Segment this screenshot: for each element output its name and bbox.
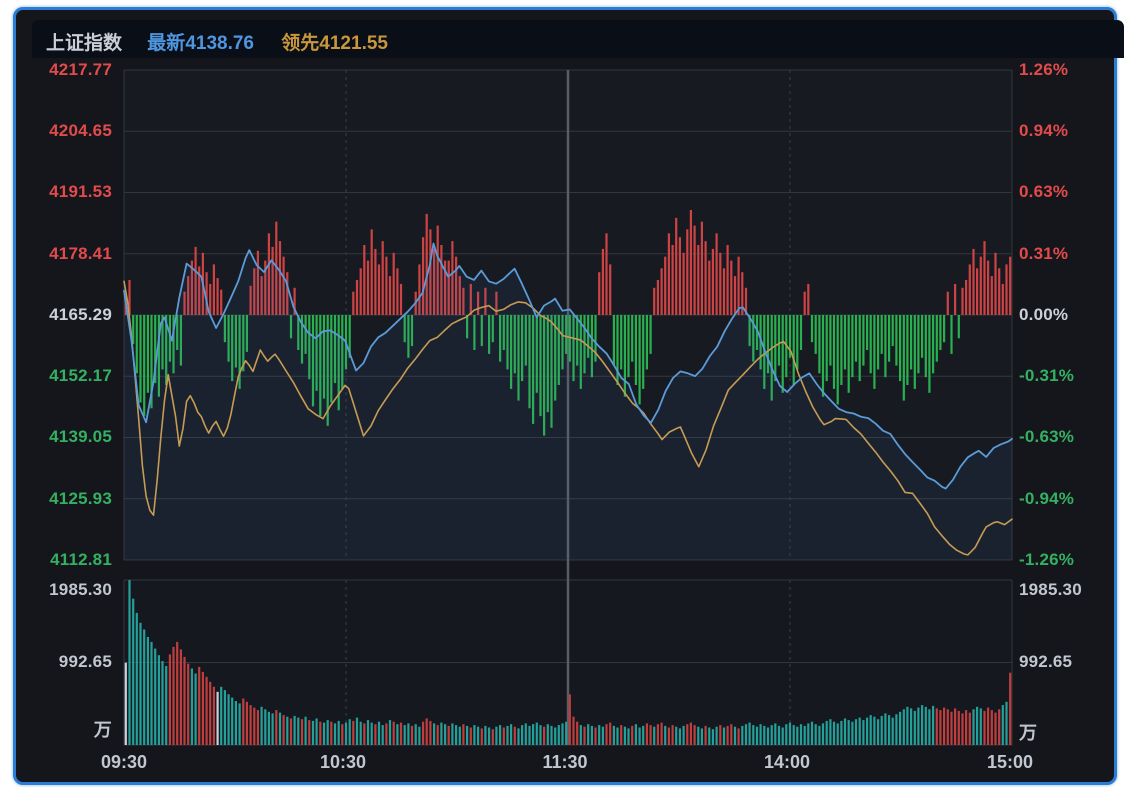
price-tick: 4191.53 xyxy=(16,181,112,203)
pct-tick: -0.31% xyxy=(1019,365,1119,387)
volume-tick: 992.65 xyxy=(16,651,112,673)
pct-tick: 1.26% xyxy=(1019,59,1119,81)
price-tick: 4125.93 xyxy=(16,488,112,510)
volume-unit-label: 万 xyxy=(1019,722,1119,744)
intraday-chart-canvas[interactable] xyxy=(0,0,1130,792)
pct-tick: 0.94% xyxy=(1019,120,1119,142)
price-tick: 4152.17 xyxy=(16,365,112,387)
volume-unit-label: 万 xyxy=(16,719,112,741)
volume-tick: 1985.30 xyxy=(1019,579,1119,601)
time-tick: 10:30 xyxy=(298,752,388,773)
time-tick: 14:00 xyxy=(742,752,832,773)
pct-tick: -0.94% xyxy=(1019,488,1119,510)
volume-tick: 1985.30 xyxy=(16,579,112,601)
pct-tick: 0.31% xyxy=(1019,243,1119,265)
price-tick: 4112.81 xyxy=(16,549,112,571)
volume-tick: 992.65 xyxy=(1019,651,1119,673)
time-tick: 09:30 xyxy=(79,752,169,773)
price-tick: 4178.41 xyxy=(16,243,112,265)
time-tick: 15:00 xyxy=(965,752,1055,773)
pct-tick: 0.00% xyxy=(1019,304,1119,326)
pct-tick: -0.63% xyxy=(1019,426,1119,448)
pct-tick: 0.63% xyxy=(1019,181,1119,203)
price-tick: 4165.29 xyxy=(16,304,112,326)
pct-tick: -1.26% xyxy=(1019,549,1119,571)
price-tick: 4139.05 xyxy=(16,426,112,448)
price-tick: 4217.77 xyxy=(16,59,112,81)
price-tick: 4204.65 xyxy=(16,120,112,142)
time-tick: 11:30 xyxy=(520,752,610,773)
